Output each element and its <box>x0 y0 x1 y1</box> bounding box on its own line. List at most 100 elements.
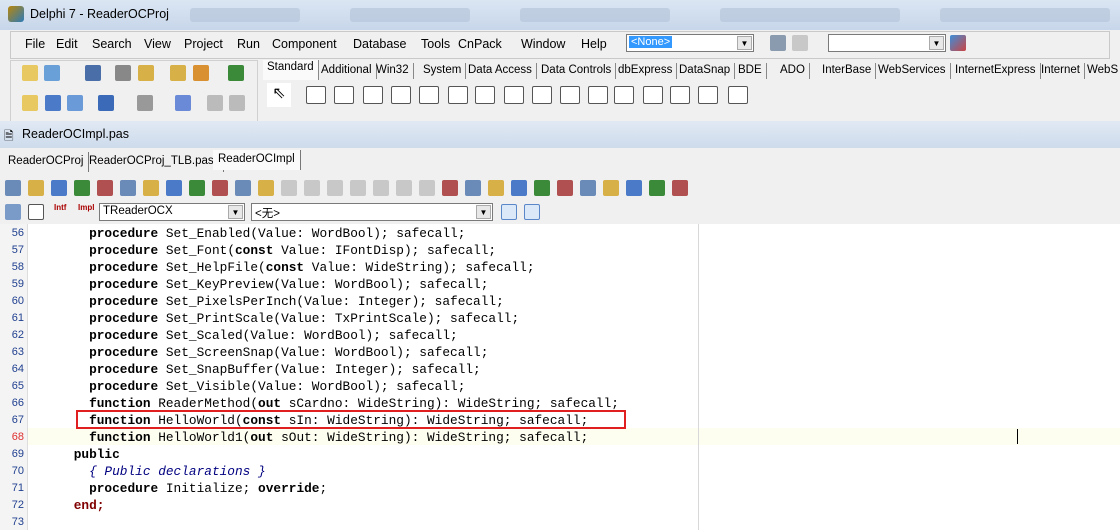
toolbar-button-icon[interactable] <box>193 65 209 81</box>
toolbar-button-icon[interactable] <box>98 95 114 111</box>
toolbar-button-icon[interactable] <box>85 65 101 81</box>
code-line[interactable]: procedure Set_PrintScale(Value: TxPrintS… <box>43 310 519 327</box>
browse-forward-icon[interactable] <box>28 204 44 220</box>
code-line[interactable]: public <box>43 446 120 463</box>
method-combo[interactable]: <无> ▼ <box>251 203 493 221</box>
palette-tab-win32[interactable]: Win32 <box>372 63 414 79</box>
menu-window[interactable]: Window <box>521 37 565 51</box>
palette-tab-bde[interactable]: BDE <box>734 63 767 79</box>
toolbar-button-icon[interactable] <box>137 95 153 111</box>
desktop-layout-combo[interactable]: <None> ▼ <box>626 34 754 52</box>
component-icon[interactable] <box>419 86 439 104</box>
toolbar-button-icon[interactable] <box>207 95 223 111</box>
palette-tab-data-access[interactable]: Data Access <box>464 63 537 79</box>
palette-tab-standard[interactable]: Standard <box>263 60 319 80</box>
class-combo[interactable]: TReaderOCX ▼ <box>99 203 245 221</box>
cnpack-combo[interactable]: ▼ <box>828 34 946 52</box>
editor-toolbar-icon[interactable] <box>281 180 297 196</box>
tab-readerocimpl[interactable]: ReaderOCImpl <box>213 150 301 170</box>
toolbar-button-icon[interactable] <box>170 65 186 81</box>
component-icon[interactable] <box>504 86 524 104</box>
editor-toolbar-icon[interactable] <box>51 180 67 196</box>
impl-label[interactable]: Impl <box>78 203 94 212</box>
tab-readerocproj[interactable]: ReaderOCProj <box>3 152 90 172</box>
editor-toolbar-icon[interactable] <box>534 180 550 196</box>
editor-toolbar-icon[interactable] <box>557 180 573 196</box>
editor-toolbar-icon[interactable] <box>465 180 481 196</box>
editor-toolbar-icon[interactable] <box>580 180 596 196</box>
code-line[interactable]: procedure Set_Enabled(Value: WordBool); … <box>43 225 465 242</box>
editor-toolbar-icon[interactable] <box>304 180 320 196</box>
palette-tab-dbexpress[interactable]: dbExpress <box>614 63 678 79</box>
menu-tools[interactable]: Tools <box>421 37 450 51</box>
palette-tab-interbase[interactable]: InterBase <box>818 63 877 79</box>
set-debug-desktop-icon[interactable] <box>792 35 808 51</box>
toolbar-button-icon[interactable] <box>175 95 191 111</box>
component-icon[interactable] <box>532 86 552 104</box>
code-line[interactable]: procedure Set_Font(const Value: IFontDis… <box>43 242 496 259</box>
editor-toolbar-icon[interactable] <box>327 180 343 196</box>
editor-toolbar-icon[interactable] <box>603 180 619 196</box>
editor-toolbar-icon[interactable] <box>442 180 458 196</box>
palette-tab-data-controls[interactable]: Data Controls <box>537 63 617 79</box>
align-left-icon[interactable] <box>501 204 517 220</box>
palette-tab-additional[interactable]: Additional <box>317 63 377 79</box>
editor-toolbar-icon[interactable] <box>74 180 90 196</box>
editor-toolbar-icon[interactable] <box>5 180 21 196</box>
code-line[interactable]: procedure Set_Scaled(Value: WordBool); s… <box>43 327 458 344</box>
palette-tab-internet[interactable]: Internet <box>1037 63 1085 79</box>
component-icon[interactable] <box>670 86 690 104</box>
component-icon[interactable] <box>560 86 580 104</box>
editor-toolbar-icon[interactable] <box>672 180 688 196</box>
menu-database[interactable]: Database <box>353 37 407 51</box>
chevron-down-icon[interactable]: ▼ <box>929 36 944 50</box>
component-icon[interactable] <box>306 86 326 104</box>
code-line[interactable]: procedure Initialize; override; <box>43 480 327 497</box>
editor-toolbar-icon[interactable] <box>419 180 435 196</box>
menu-help[interactable]: Help <box>581 37 607 51</box>
editor-toolbar-icon[interactable] <box>28 180 44 196</box>
toolbar-button-icon[interactable] <box>138 65 154 81</box>
editor-toolbar-icon[interactable] <box>120 180 136 196</box>
palette-tab-internetexpress[interactable]: InternetExpress <box>951 63 1041 79</box>
intf-label[interactable]: Intf <box>54 203 66 212</box>
browse-back-icon[interactable] <box>5 204 21 220</box>
code-line[interactable]: { Public declarations } <box>43 463 266 480</box>
editor-toolbar-icon[interactable] <box>373 180 389 196</box>
save-desktop-icon[interactable] <box>770 35 786 51</box>
toolbar-button-icon[interactable] <box>44 65 60 81</box>
chevron-down-icon[interactable]: ▼ <box>476 205 491 219</box>
editor-toolbar-icon[interactable] <box>511 180 527 196</box>
toolbar-button-icon[interactable] <box>67 95 83 111</box>
chevron-down-icon[interactable]: ▼ <box>737 36 752 50</box>
component-icon[interactable] <box>363 86 383 104</box>
palette-tab-webservices[interactable]: WebServices <box>874 63 951 79</box>
component-icon[interactable] <box>643 86 663 104</box>
menu-component[interactable]: Component <box>272 37 337 51</box>
editor-toolbar-icon[interactable] <box>235 180 251 196</box>
toolbar-button-icon[interactable] <box>45 95 61 111</box>
component-icon[interactable] <box>698 86 718 104</box>
component-icon[interactable] <box>391 86 411 104</box>
toolbar-button-icon[interactable] <box>229 95 245 111</box>
component-icon[interactable] <box>448 86 468 104</box>
menu-edit[interactable]: Edit <box>56 37 78 51</box>
menu-view[interactable]: View <box>144 37 171 51</box>
palette-tab-webs[interactable]: WebS <box>1083 63 1120 79</box>
menu-cnpack[interactable]: CnPack <box>458 37 502 51</box>
editor-toolbar-icon[interactable] <box>626 180 642 196</box>
component-icon[interactable] <box>614 86 634 104</box>
menu-project[interactable]: Project <box>184 37 223 51</box>
toolbar-button-icon[interactable] <box>115 65 131 81</box>
editor-toolbar-icon[interactable] <box>258 180 274 196</box>
menu-file[interactable]: File <box>25 37 45 51</box>
editor-toolbar-icon[interactable] <box>488 180 504 196</box>
toolbar-button-icon[interactable] <box>22 65 38 81</box>
editor-toolbar-icon[interactable] <box>143 180 159 196</box>
component-icon[interactable] <box>475 86 495 104</box>
component-icon[interactable] <box>334 86 354 104</box>
palette-tab-system[interactable]: System <box>419 63 467 79</box>
tab-readerocproj-tlb[interactable]: ReaderOCProj_TLB.pas* <box>84 152 225 172</box>
cnpack-icon[interactable] <box>950 35 966 51</box>
palette-tab-ado[interactable]: ADO <box>776 63 810 79</box>
